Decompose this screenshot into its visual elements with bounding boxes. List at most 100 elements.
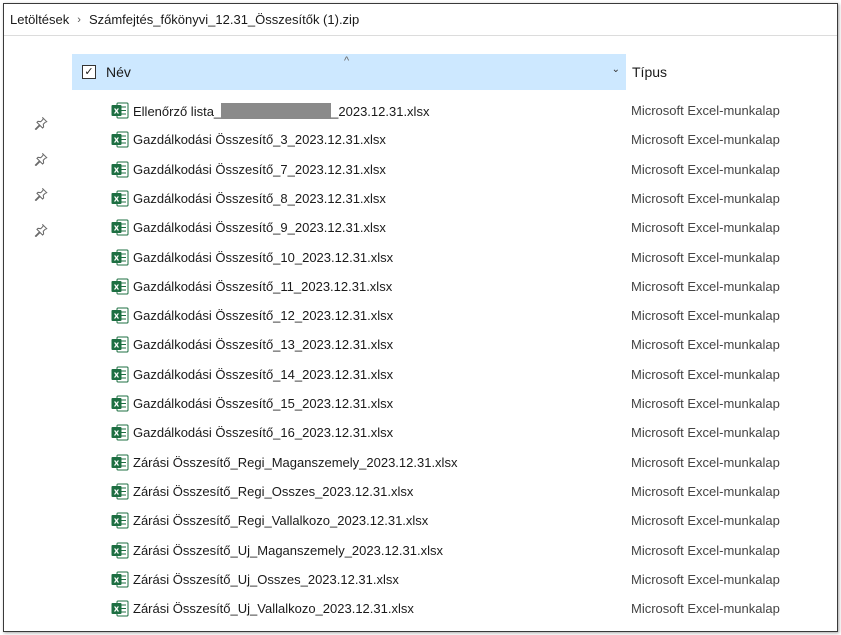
breadcrumb-separator: › bbox=[77, 13, 81, 26]
excel-file-icon: x bbox=[111, 102, 129, 119]
name-column-label: Név bbox=[106, 64, 131, 80]
excel-file-icon: x bbox=[111, 366, 129, 383]
excel-file-icon: x bbox=[111, 219, 129, 236]
excel-file-icon: x bbox=[111, 600, 129, 617]
file-name[interactable]: Gazdálkodási Összesítő_8_2023.12.31.xlsx bbox=[133, 191, 386, 206]
svg-text:x: x bbox=[114, 253, 120, 263]
excel-file-icon: x bbox=[111, 131, 129, 148]
file-type: Microsoft Excel-munkalap bbox=[631, 190, 780, 206]
file-name[interactable]: Gazdálkodási Összesítő_12_2023.12.31.xls… bbox=[133, 308, 393, 323]
file-name[interactable]: Gazdálkodási Összesítő_7_2023.12.31.xlsx bbox=[133, 162, 386, 177]
breadcrumb: Letöltések › Számfejtés_főkönyvi_12.31_Ö… bbox=[4, 4, 837, 36]
file-name[interactable]: Gazdálkodási Összesítő_3_2023.12.31.xlsx bbox=[133, 132, 386, 147]
file-type: Microsoft Excel-munkalap bbox=[631, 308, 780, 324]
svg-text:x: x bbox=[114, 136, 120, 146]
file-name[interactable]: Zárási Összesítő_Regi_Osszes_2023.12.31.… bbox=[133, 484, 413, 499]
excel-file-icon: x bbox=[111, 454, 129, 471]
file-name[interactable]: Zárási Összesítő_Uj_Vallalkozo_2023.12.3… bbox=[133, 601, 414, 616]
file-row[interactable]: x Zárási Összesítő_Regi_Maganszemely_2023… bbox=[4, 451, 837, 475]
file-type: Microsoft Excel-munkalap bbox=[631, 513, 780, 529]
name-column-header[interactable]: ✓ Név ^ ⌄ bbox=[72, 54, 626, 90]
chevron-down-icon[interactable]: ⌄ bbox=[612, 64, 620, 75]
file-type: Microsoft Excel-munkalap bbox=[631, 483, 780, 499]
svg-text:x: x bbox=[114, 341, 120, 351]
svg-text:x: x bbox=[114, 429, 120, 439]
file-row[interactable]: x Gazdálkodási Összesítő_9_2023.12.31.xls… bbox=[4, 216, 837, 240]
file-type: Microsoft Excel-munkalap bbox=[631, 601, 780, 617]
file-type: Microsoft Excel-munkalap bbox=[631, 425, 780, 441]
svg-text:x: x bbox=[114, 370, 120, 380]
excel-file-icon: x bbox=[111, 190, 129, 207]
file-type: Microsoft Excel-munkalap bbox=[631, 278, 780, 294]
file-name[interactable]: Gazdálkodási Összesítő_13_2023.12.31.xls… bbox=[133, 337, 393, 352]
file-type: Microsoft Excel-munkalap bbox=[631, 249, 780, 265]
file-type: Microsoft Excel-munkalap bbox=[631, 220, 780, 236]
file-row[interactable]: x Gazdálkodási Összesítő_10_2023.12.31.xl… bbox=[4, 246, 837, 270]
file-type: Microsoft Excel-munkalap bbox=[631, 454, 780, 470]
breadcrumb-current[interactable]: Számfejtés_főkönyvi_12.31_Összesítők (1)… bbox=[89, 12, 359, 27]
file-type: Microsoft Excel-munkalap bbox=[631, 337, 780, 353]
file-row[interactable]: x Zárási Összesítő_Regi_Vallalkozo_2023.1… bbox=[4, 509, 837, 533]
type-column-header[interactable]: Típus bbox=[626, 54, 667, 90]
file-type: Microsoft Excel-munkalap bbox=[631, 103, 780, 118]
file-row[interactable]: x Zárási Összesítő_Regi_Osszes_2023.12.31… bbox=[4, 480, 837, 504]
svg-text:x: x bbox=[114, 458, 120, 468]
file-name[interactable]: Gazdálkodási Összesítő_9_2023.12.31.xlsx bbox=[133, 220, 386, 235]
excel-file-icon: x bbox=[111, 424, 129, 441]
file-row[interactable]: x Gazdálkodási Összesítő_14_2023.12.31.xl… bbox=[4, 363, 837, 387]
svg-text:x: x bbox=[114, 312, 120, 322]
file-name[interactable]: Ellenőrző lista_ _2023.12.31.xlsx bbox=[133, 103, 429, 119]
excel-file-icon: x bbox=[111, 307, 129, 324]
svg-text:x: x bbox=[114, 546, 120, 556]
excel-file-icon: x bbox=[111, 483, 129, 500]
file-name[interactable]: Gazdálkodási Összesítő_10_2023.12.31.xls… bbox=[133, 250, 393, 265]
file-name[interactable]: Gazdálkodási Összesítő_16_2023.12.31.xls… bbox=[133, 425, 393, 440]
file-row[interactable]: x Gazdálkodási Összesítő_16_2023.12.31.xl… bbox=[4, 421, 837, 445]
svg-text:x: x bbox=[114, 487, 120, 497]
excel-file-icon: x bbox=[111, 336, 129, 353]
file-row[interactable]: x Gazdálkodási Összesítő_8_2023.12.31.xls… bbox=[4, 187, 837, 211]
file-row[interactable]: x Gazdálkodási Összesítő_11_2023.12.31.xl… bbox=[4, 275, 837, 299]
excel-file-icon: x bbox=[111, 161, 129, 178]
file-row[interactable]: x Gazdálkodási Összesítő_7_2023.12.31.xls… bbox=[4, 158, 837, 182]
svg-text:x: x bbox=[114, 400, 120, 410]
excel-file-icon: x bbox=[111, 542, 129, 559]
file-row[interactable]: x Zárási Összesítő_Uj_Osszes_2023.12.31.x… bbox=[4, 568, 837, 592]
excel-file-icon: x bbox=[111, 278, 129, 295]
file-row[interactable]: x Zárási Összesítő_Uj_Maganszemely_2023.1… bbox=[4, 539, 837, 563]
file-name[interactable]: Gazdálkodási Összesítő_15_2023.12.31.xls… bbox=[133, 396, 393, 411]
file-type: Microsoft Excel-munkalap bbox=[631, 366, 780, 382]
file-row[interactable]: x Gazdálkodási Összesítő_3_2023.12.31.xls… bbox=[4, 128, 837, 152]
file-name[interactable]: Zárási Összesítő_Regi_Maganszemely_2023.… bbox=[133, 455, 457, 470]
svg-text:x: x bbox=[114, 605, 120, 615]
svg-text:x: x bbox=[114, 575, 120, 585]
svg-text:x: x bbox=[114, 194, 120, 204]
file-type: Microsoft Excel-munkalap bbox=[631, 542, 780, 558]
file-type: Microsoft Excel-munkalap bbox=[631, 571, 780, 587]
file-row[interactable]: x Gazdálkodási Összesítő_13_2023.12.31.xl… bbox=[4, 333, 837, 357]
redacted-block bbox=[221, 103, 332, 119]
file-name[interactable]: Zárási Összesítő_Uj_Maganszemely_2023.12… bbox=[133, 543, 443, 558]
svg-text:x: x bbox=[114, 165, 120, 175]
svg-text:x: x bbox=[114, 224, 120, 234]
svg-text:x: x bbox=[114, 517, 120, 527]
file-row[interactable]: x Zárási Összesítő_Uj_Vallalkozo_2023.12.… bbox=[4, 597, 837, 621]
file-name[interactable]: Zárási Összesítő_Uj_Osszes_2023.12.31.xl… bbox=[133, 572, 399, 587]
file-name[interactable]: Zárási Összesítő_Regi_Vallalkozo_2023.12… bbox=[133, 513, 428, 528]
file-row[interactable]: x Gazdálkodási Összesítő_15_2023.12.31.xl… bbox=[4, 392, 837, 416]
column-header: ✓ Név ^ ⌄ Típus bbox=[72, 54, 837, 90]
file-row[interactable]: x Gazdálkodási Összesítő_12_2023.12.31.xl… bbox=[4, 304, 837, 328]
file-type: Microsoft Excel-munkalap bbox=[631, 161, 780, 177]
type-column-label: Típus bbox=[632, 64, 668, 80]
excel-file-icon: x bbox=[111, 512, 129, 529]
sort-ascending-icon: ^ bbox=[344, 55, 350, 67]
select-all-checkbox[interactable]: ✓ bbox=[82, 65, 96, 79]
svg-text:x: x bbox=[114, 282, 120, 292]
file-row[interactable]: x Ellenőrző lista_ _2023.12.31.xlsx Microso… bbox=[4, 99, 837, 123]
excel-file-icon: x bbox=[111, 395, 129, 412]
breadcrumb-root[interactable]: Letöltések bbox=[10, 12, 69, 27]
excel-file-icon: x bbox=[111, 249, 129, 266]
excel-file-icon: x bbox=[111, 571, 129, 588]
file-name[interactable]: Gazdálkodási Összesítő_14_2023.12.31.xls… bbox=[133, 367, 393, 382]
file-name[interactable]: Gazdálkodási Összesítő_11_2023.12.31.xls… bbox=[133, 279, 392, 294]
